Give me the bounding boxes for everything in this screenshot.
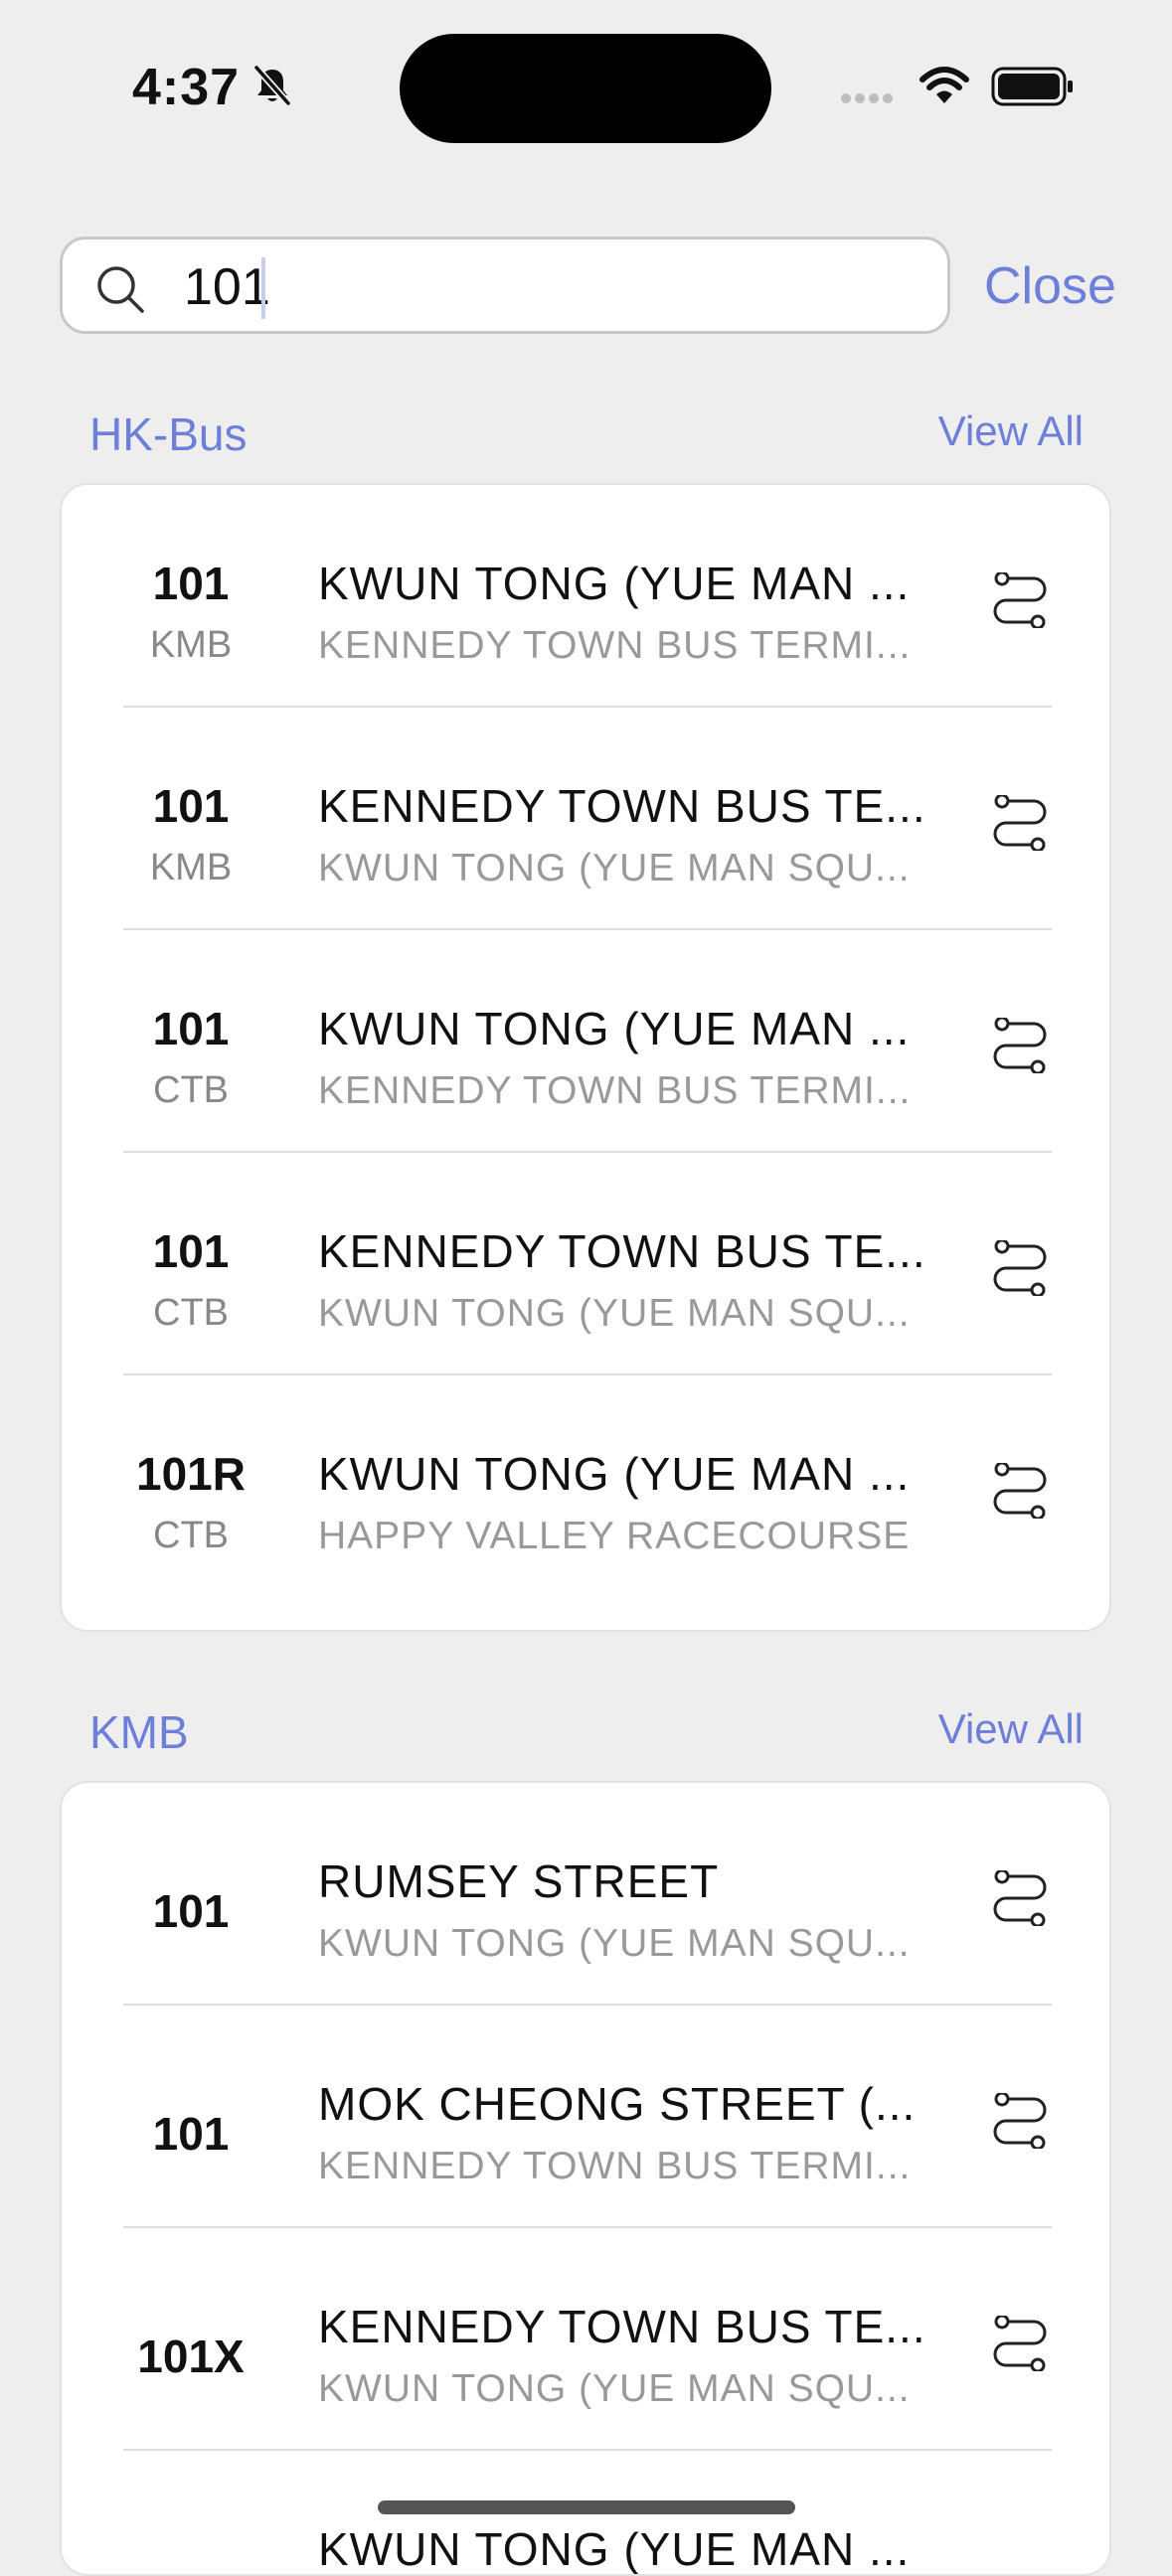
route-row[interactable]: 101R CTB KWUN TONG (YUE MAN ... HAPPY VA… (62, 1375, 1109, 1598)
route-icon[interactable] (992, 795, 1048, 851)
route-origin: KENNEDY TOWN BUS TERMI... (318, 624, 912, 667)
text-cursor (261, 257, 265, 319)
route-company: CTB (153, 1515, 229, 1556)
status-time: 4:37 (132, 59, 241, 116)
home-indicator[interactable] (378, 2500, 795, 2514)
route-row[interactable]: 101 RUMSEY STREET KWUN TONG (YUE MAN SQU… (62, 1783, 1109, 2006)
route-row[interactable]: 101 KMB KWUN TONG (YUE MAN ... KENNEDY T… (62, 485, 1109, 708)
dynamic-island (400, 34, 771, 143)
section-title-hkbus: HK-Bus (89, 408, 248, 460)
route-number: 101 (152, 1225, 230, 1277)
route-company: CTB (153, 1292, 229, 1334)
route-destination: KENNEDY TOWN BUS TE... (318, 2301, 926, 2352)
route-origin: KWUN TONG (YUE MAN SQU... (318, 1922, 911, 1965)
section-title-kmb: KMB (89, 1706, 189, 1758)
search-query: 101 (184, 258, 270, 316)
route-destination: MOK CHEONG STREET (... (318, 2078, 917, 2130)
route-company: KMB (149, 847, 233, 888)
route-icon[interactable] (992, 2316, 1048, 2371)
route-origin: HAPPY VALLEY RACECOURSE (318, 1515, 911, 1557)
route-origin: KWUN TONG (YUE MAN SQU... (318, 1292, 911, 1335)
route-icon[interactable] (992, 1463, 1048, 1519)
route-destination: KENNEDY TOWN BUS TE... (318, 1225, 926, 1277)
route-row[interactable]: 101 CTB KWUN TONG (YUE MAN ... KENNEDY T… (62, 930, 1109, 1153)
route-number: 101R (136, 1448, 246, 1500)
route-destination: KENNEDY TOWN BUS TE... (318, 780, 926, 832)
search-bar: 101 Close (60, 237, 1123, 336)
search-icon (97, 266, 144, 313)
route-number: 101 (152, 1003, 230, 1054)
hkbus-section-header: HK-Bus View All (89, 407, 1084, 467)
search-input[interactable]: 101 (60, 237, 950, 334)
route-row[interactable]: 101 MOK CHEONG STREET (... KENNEDY TOWN … (62, 2006, 1109, 2228)
route-icon[interactable] (992, 1870, 1048, 1926)
view-all-hkbus-button[interactable]: View All (938, 407, 1084, 455)
route-company: CTB (153, 1069, 229, 1111)
route-origin: KENNEDY TOWN BUS TERMI... (318, 2145, 912, 2187)
hkbus-results-card: 101 KMB KWUN TONG (YUE MAN ... KENNEDY T… (60, 483, 1111, 1632)
battery-icon (991, 67, 1073, 106)
route-destination: KWUN TONG (YUE MAN ... (318, 558, 911, 609)
close-button[interactable]: Close (984, 256, 1116, 316)
status-bar: 4:37 (0, 0, 1172, 159)
route-destination: KWUN TONG (YUE MAN ... (318, 1003, 911, 1054)
bell-muted-icon (253, 65, 291, 106)
route-number: 101 (152, 780, 230, 832)
route-number: 101X (137, 2331, 245, 2382)
route-destination: KWUN TONG (YUE MAN ... (318, 1448, 911, 1500)
route-destination: KWUN TONG (YUE MAN ... (318, 2523, 911, 2575)
route-origin: KENNEDY TOWN BUS TERMI... (318, 1069, 912, 1112)
route-row[interactable]: 101X KENNEDY TOWN BUS TE... KWUN TONG (Y… (62, 2228, 1109, 2451)
kmb-section-header: KMB View All (89, 1705, 1084, 1765)
wifi-icon (920, 67, 969, 103)
kmb-results-card: 101 RUMSEY STREET KWUN TONG (YUE MAN SQU… (60, 1781, 1111, 2576)
route-icon[interactable] (992, 1018, 1048, 1073)
route-icon[interactable] (992, 572, 1048, 628)
route-number: 101 (152, 1885, 230, 1937)
route-number: 101 (152, 2108, 230, 2160)
route-company: KMB (149, 624, 233, 666)
route-number: 101 (152, 558, 230, 609)
route-origin: KWUN TONG (YUE MAN SQU... (318, 847, 911, 889)
route-icon[interactable] (992, 1240, 1048, 1296)
route-destination: RUMSEY STREET (318, 1855, 720, 1907)
view-all-kmb-button[interactable]: View All (938, 1705, 1084, 1753)
cellular-signal-icon (841, 93, 893, 103)
route-row[interactable]: 101 CTB KENNEDY TOWN BUS TE... KWUN TONG… (62, 1153, 1109, 1375)
route-origin: KWUN TONG (YUE MAN SQU... (318, 2367, 911, 2410)
route-row[interactable]: 101 KMB KENNEDY TOWN BUS TE... KWUN TONG… (62, 708, 1109, 930)
route-icon[interactable] (992, 2093, 1048, 2149)
